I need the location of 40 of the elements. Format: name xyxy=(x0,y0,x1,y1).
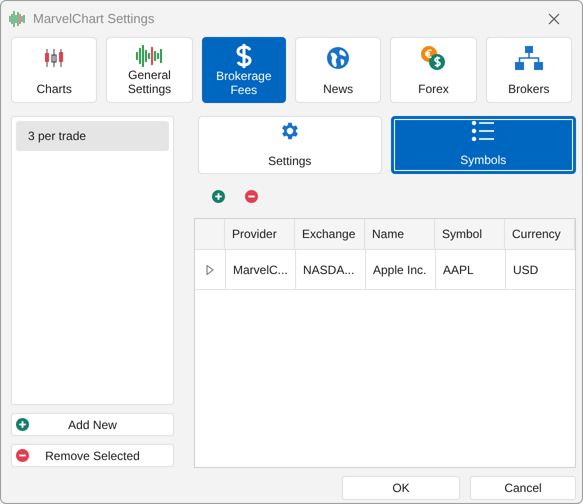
globe-icon xyxy=(327,47,350,69)
category-tab[interactable]: General Settings xyxy=(106,37,193,103)
remove-icon xyxy=(245,190,258,202)
hierarchy-icon xyxy=(514,46,543,70)
column-header[interactable]: Name xyxy=(365,219,435,249)
table-cell: Apple Inc. xyxy=(365,250,435,289)
app-logo-icon xyxy=(9,11,25,27)
waveform-icon xyxy=(136,44,162,68)
table-cell: MarvelC... xyxy=(225,250,295,289)
category-tab[interactable]: Charts xyxy=(11,37,98,103)
table-cell: AAPL xyxy=(435,250,505,289)
category-tab[interactable]: Brokers xyxy=(486,37,572,103)
view-tab[interactable]: Symbols xyxy=(390,116,576,174)
remove-row-button[interactable] xyxy=(245,190,258,202)
list-icon xyxy=(471,121,496,141)
window-title: MarvelChart Settings xyxy=(33,10,154,28)
close-icon xyxy=(548,13,560,25)
dialog-button[interactable]: OK xyxy=(342,476,460,500)
list-action-button[interactable]: Add New xyxy=(11,413,174,436)
category-tab[interactable]: Brokerage Fees xyxy=(202,37,286,103)
view-tab[interactable]: Settings xyxy=(198,116,382,174)
column-header[interactable]: Provider xyxy=(225,219,295,249)
column-header[interactable]: Symbol xyxy=(435,219,505,249)
add-icon xyxy=(212,190,225,202)
category-tab[interactable]: Forex xyxy=(390,37,477,103)
dollar-icon xyxy=(234,44,253,68)
list-item[interactable]: 3 per trade xyxy=(16,121,169,151)
dialog-button[interactable]: Cancel xyxy=(470,476,576,500)
list-action-button[interactable]: Remove Selected xyxy=(11,444,174,467)
table-cell: NASDA... xyxy=(295,250,365,289)
column-header[interactable]: Exchange xyxy=(295,219,365,249)
expand-icon[interactable] xyxy=(206,264,214,274)
add-icon xyxy=(16,418,29,431)
currency-coins-icon xyxy=(421,46,446,70)
column-header[interactable]: Currency xyxy=(505,219,575,249)
candlestick-icon xyxy=(43,48,66,68)
category-tab[interactable]: News xyxy=(294,37,382,103)
add-row-button[interactable] xyxy=(212,190,225,202)
table-cell: USD xyxy=(505,250,575,289)
remove-icon xyxy=(16,449,29,462)
